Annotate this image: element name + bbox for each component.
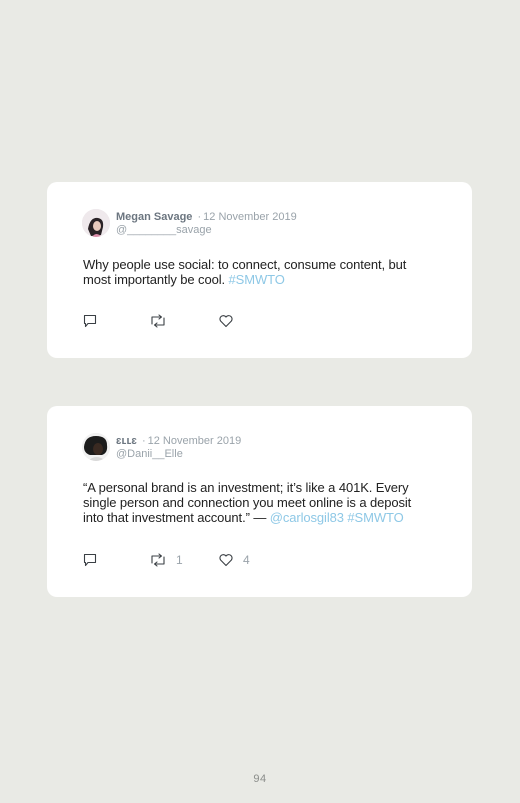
retweet-button[interactable]: 1 [149,552,183,568]
page-number: 94 [253,773,267,785]
tweet-text: “A personal brand is an investment; it’s… [83,480,433,525]
avatar[interactable] [82,433,110,461]
retweet-icon [149,313,167,329]
tweet-meta: Megan Savage · 12 November 2019 [116,211,297,223]
retweet-button[interactable] [149,313,176,329]
hashtag-link[interactable]: #SMWTO [347,510,403,525]
author-name[interactable]: ɛʟʟɛ [116,435,137,447]
tweet-card: Megan Savage · 12 November 2019 @________… [47,182,472,358]
retweet-count: 1 [176,553,183,567]
heart-icon [218,313,234,329]
reply-button[interactable] [82,313,98,329]
tweet-date[interactable]: 12 November 2019 [203,211,297,223]
author-handle[interactable]: @Danii__Elle [116,448,183,460]
author-name[interactable]: Megan Savage [116,211,192,223]
like-button[interactable] [218,313,243,329]
author-handle[interactable]: @________savage [116,224,212,236]
like-count: 4 [243,553,250,567]
hashtag-link[interactable]: #SMWTO [229,272,285,287]
meta-separator: · [141,435,146,447]
like-button[interactable]: 4 [218,552,250,568]
tweet-meta: ɛʟʟɛ · 12 November 2019 [116,435,241,447]
tweet-text: Why people use social: to connect, consu… [83,257,433,287]
reply-button[interactable] [82,552,98,568]
meta-separator: · [197,211,202,223]
avatar[interactable] [82,209,110,237]
mention-link[interactable]: @carlosgil83 [270,510,344,525]
tweet-card: ɛʟʟɛ · 12 November 2019 @Danii__Elle “A p… [47,406,472,597]
retweet-icon [149,552,167,568]
tweet-date[interactable]: 12 November 2019 [148,435,242,447]
reply-icon [82,552,98,568]
heart-icon [218,552,234,568]
reply-icon [82,313,98,329]
